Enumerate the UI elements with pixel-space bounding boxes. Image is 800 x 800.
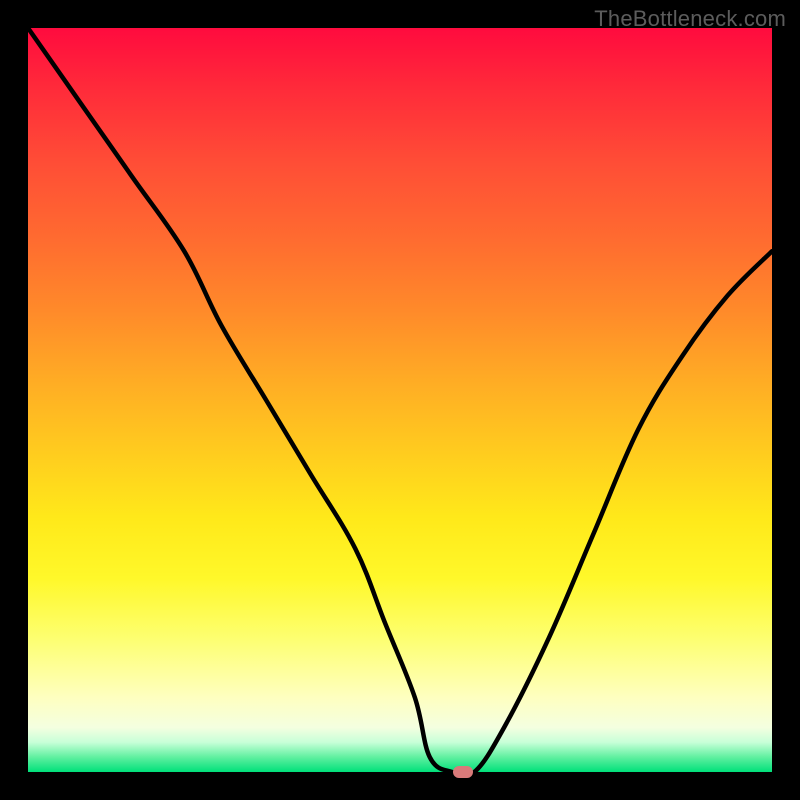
watermark-text: TheBottleneck.com (594, 6, 786, 32)
minimum-marker (453, 766, 473, 778)
chart-frame: TheBottleneck.com (0, 0, 800, 800)
bottleneck-curve (28, 28, 772, 772)
plot-area (28, 28, 772, 772)
